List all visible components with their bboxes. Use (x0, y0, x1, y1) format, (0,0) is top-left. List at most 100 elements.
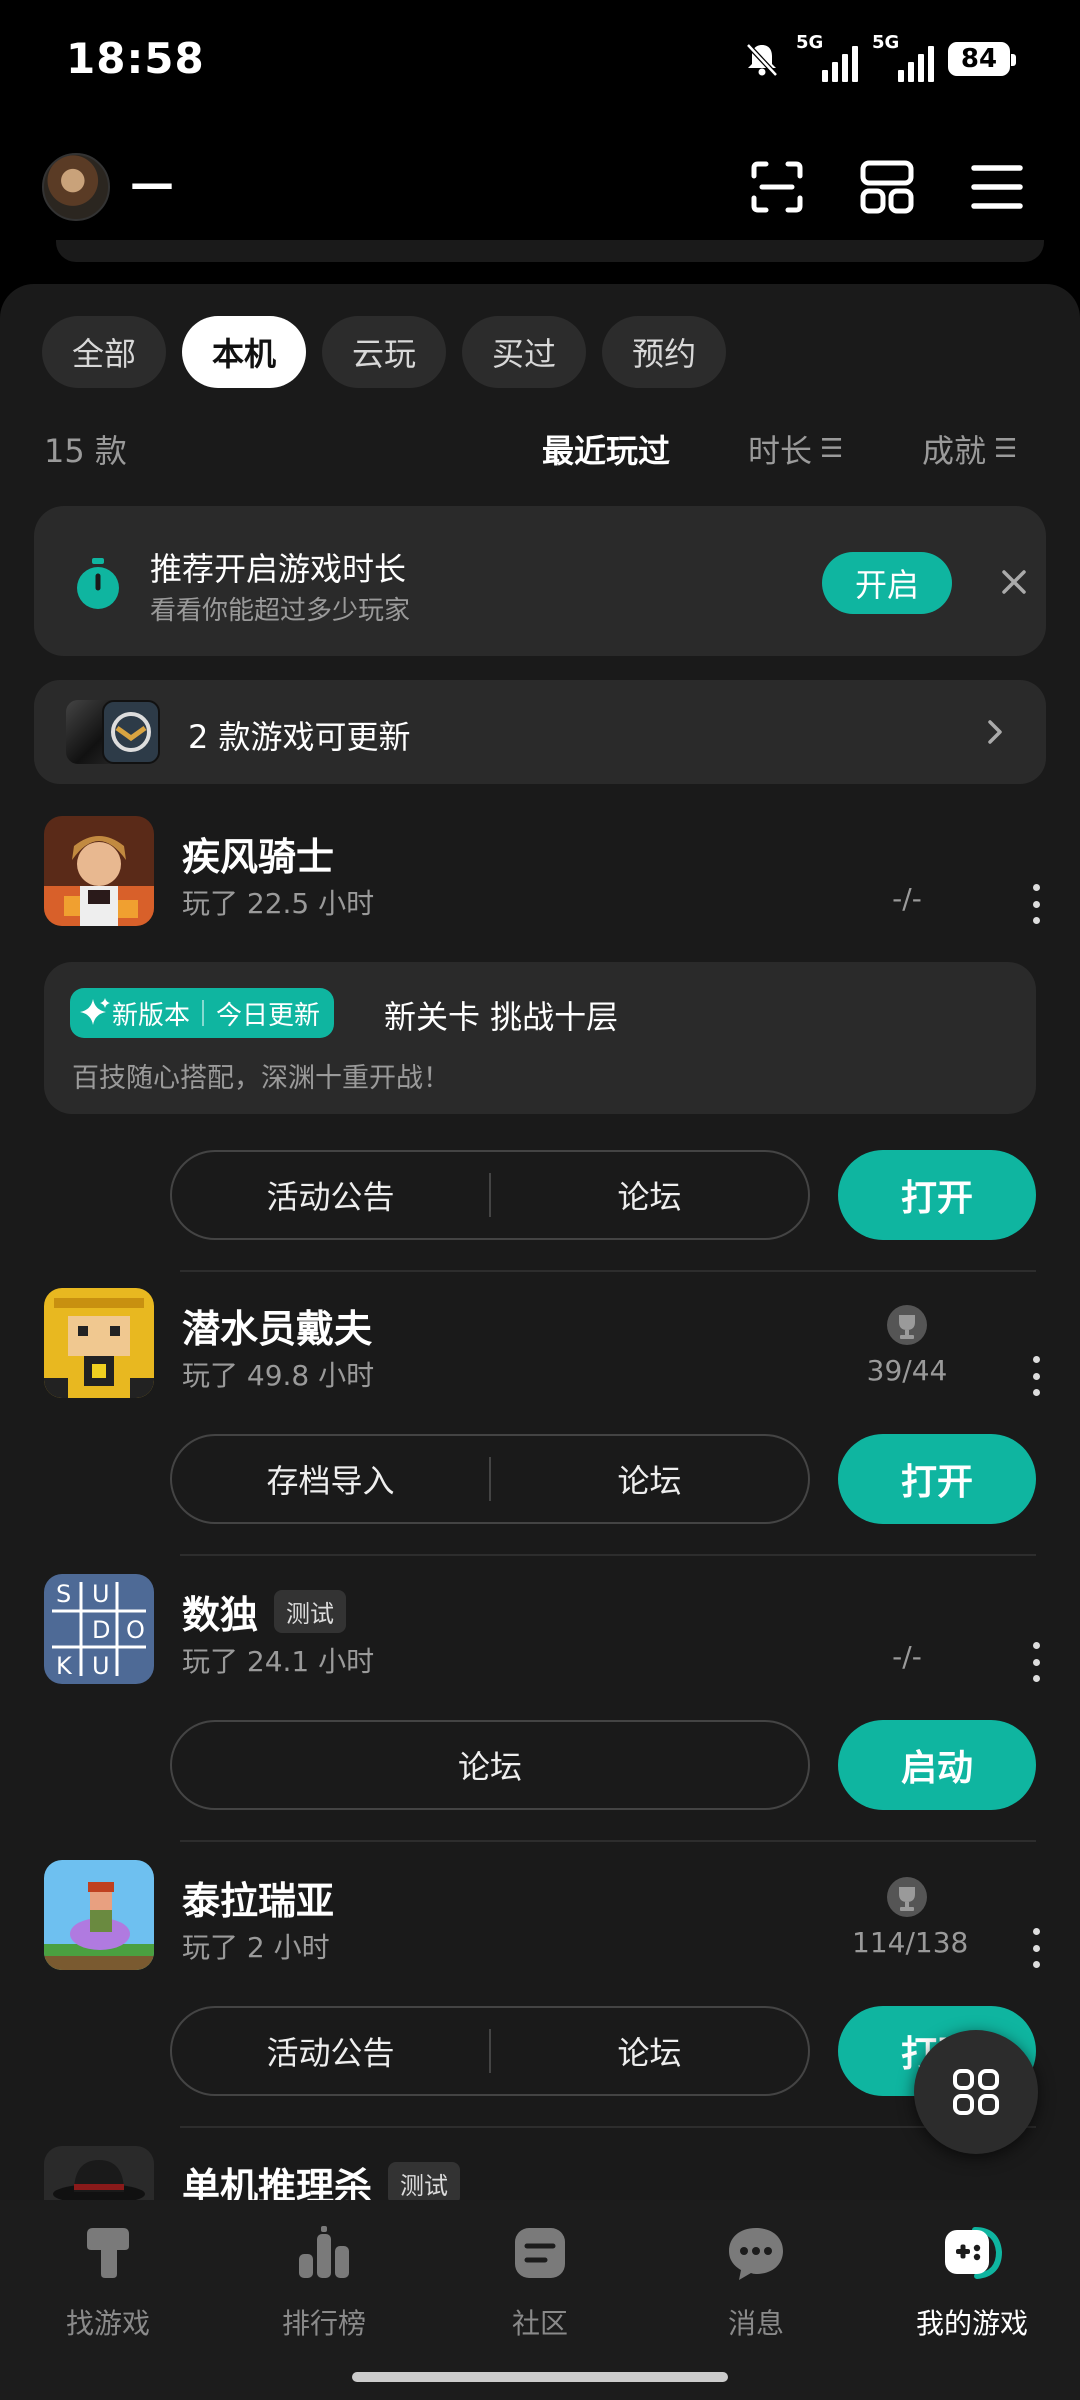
find-game-icon (87, 2228, 129, 2278)
sort-achievement-label: 成就 (922, 432, 987, 470)
forum-button[interactable]: 论坛 (491, 1172, 808, 1218)
sort-duration[interactable]: 时长 ☰ (748, 426, 843, 472)
game-title: 泰拉瑞亚 (182, 1879, 335, 1923)
username[interactable]: — (130, 158, 174, 209)
game-icon[interactable] (44, 1288, 154, 1398)
game-actions: 论坛 启动 (170, 1720, 1036, 1810)
more-options-icon[interactable] (1030, 1642, 1042, 1682)
tip-title: 推荐开启游戏时长 (150, 550, 407, 588)
terraria-character-icon (44, 1860, 154, 1970)
sort-duration-label: 时长 (748, 432, 813, 470)
filter-cloud[interactable]: 云玩 (322, 316, 447, 388)
games-panel: 全部 本机 云玩 买过 预约 15 款 最近玩过 时长 ☰ 成就 ☰ 推荐开启游… (0, 284, 1080, 2200)
updates-banner[interactable]: 2 款游戏可更新 (34, 680, 1046, 784)
game-name[interactable]: 单机推理杀 测试 (182, 2156, 461, 2200)
sort-order-icon: ☰ (820, 434, 844, 464)
emblem-icon (111, 712, 151, 752)
network-type-1: 5G (796, 32, 824, 53)
status-time: 18:58 (66, 34, 205, 83)
tip-subtitle: 看看你能超过多少玩家 (150, 596, 411, 626)
filter-reserved[interactable]: 预约 (602, 316, 727, 388)
game-icon[interactable] (44, 2146, 154, 2200)
announcement-button[interactable]: 活动公告 (172, 1172, 489, 1218)
sort-recent[interactable]: 最近玩过 (542, 426, 670, 472)
status-bar: 18:58 5G 5G 84 (0, 0, 1080, 120)
filter-purchased[interactable]: 买过 (462, 316, 587, 388)
signal-1-icon: 5G (796, 32, 858, 82)
import-save-button[interactable]: 存档导入 (172, 1456, 489, 1502)
nav-label: 社区 (511, 2307, 568, 2340)
game-count: 15 款 (44, 432, 127, 470)
game-actions: 存档导入 论坛 打开 (170, 1434, 1036, 1524)
home-indicator[interactable] (352, 2372, 728, 2382)
filter-local[interactable]: 本机 (182, 316, 307, 388)
achievement-count: -/- (892, 882, 922, 915)
scan-icon[interactable] (748, 158, 806, 216)
signal-2-icon: 5G (872, 32, 934, 82)
more-options-icon[interactable] (1030, 884, 1042, 924)
game-title: 单机推理杀 (182, 2165, 373, 2200)
updates-text: 2 款游戏可更新 (188, 718, 411, 756)
collapsed-card-edge (56, 240, 1044, 262)
game-name[interactable]: 潜水员戴夫 (182, 1298, 372, 1353)
detective-hat-icon (53, 2160, 145, 2200)
game-icon[interactable]: S U D O K U (44, 1574, 154, 1684)
my-games-icon (945, 2227, 1003, 2279)
sort-order-icon: ☰ (994, 434, 1018, 464)
nav-find-games[interactable]: 找游戏 (0, 2220, 216, 2342)
icon-letter: K (56, 1652, 72, 1680)
achievement: 114/138 (852, 1876, 968, 1959)
close-icon[interactable] (994, 562, 1034, 602)
sort-recent-label: 最近玩过 (542, 432, 671, 470)
update-news-card[interactable]: 新版本 今日更新 新关卡 挑战十层 百技随心搭配，深渊十重开战！ (44, 962, 1036, 1114)
play-time: 玩了 49.8 小时 (182, 1359, 375, 1392)
nav-messages[interactable]: 消息 (648, 2220, 864, 2342)
forum-button[interactable]: 论坛 (491, 2028, 808, 2074)
achievement-count: 39/44 (866, 1354, 948, 1387)
secondary-actions: 论坛 (170, 1720, 810, 1810)
badge-new-version: 新版本 (112, 1000, 191, 1031)
achievement-count: -/- (892, 1640, 922, 1673)
play-time: 玩了 2 小时 (182, 1931, 330, 1964)
more-options-icon[interactable] (1030, 1356, 1042, 1396)
screen: 18:58 5G 5G 84 — 全部 本机 云玩 买过 预约 15 款 最近玩… (0, 0, 1080, 2400)
divider (180, 2126, 1036, 2128)
status-icons: 5G 5G 84 (742, 32, 1016, 82)
game-actions: 活动公告 论坛 打开 (170, 1150, 1036, 1240)
open-game-button[interactable]: 打开 (838, 1150, 1036, 1240)
game-icon[interactable] (44, 816, 154, 926)
enable-playtime-button[interactable]: 开启 (822, 552, 952, 614)
forum-button[interactable]: 论坛 (172, 1742, 808, 1788)
game-name[interactable]: 泰拉瑞亚 (182, 1870, 334, 1925)
filter-all[interactable]: 全部 (42, 316, 167, 388)
nav-community[interactable]: 社区 (432, 2220, 648, 2342)
launch-game-button[interactable]: 启动 (838, 1720, 1036, 1810)
news-subtitle: 百技随心搭配，深渊十重开战！ (72, 1063, 450, 1094)
avatar[interactable] (42, 153, 110, 221)
game-name[interactable]: 疾风骑士 (182, 826, 334, 881)
stopwatch-icon (77, 558, 119, 609)
announcement-button[interactable]: 活动公告 (172, 2028, 489, 2074)
knight-character-icon (44, 816, 154, 926)
nav-ranking[interactable]: 排行榜 (216, 2220, 432, 2342)
floating-grid-button[interactable] (914, 2030, 1038, 2154)
update-game-icon (102, 700, 160, 764)
ranking-icon (299, 2226, 349, 2278)
more-options-icon[interactable] (1030, 1928, 1042, 1968)
game-name[interactable]: 数独 测试 (182, 1584, 347, 1639)
message-icon (729, 2228, 783, 2280)
open-game-button[interactable]: 打开 (838, 1434, 1036, 1524)
icon-letter: U (92, 1580, 110, 1608)
forum-button[interactable]: 论坛 (491, 1456, 808, 1502)
nav-my-games[interactable]: 我的游戏 (864, 2220, 1080, 2342)
nav-label: 我的游戏 (915, 2307, 1028, 2340)
filter-tabs: 全部 本机 云玩 买过 预约 (42, 316, 727, 388)
menu-icon[interactable] (968, 158, 1026, 216)
trophy-icon (887, 1305, 927, 1345)
sort-achievement[interactable]: 成就 ☰ (922, 426, 1017, 472)
grid-icon (953, 2069, 999, 2115)
divider (180, 1270, 1036, 1272)
test-badge: 测试 (388, 2162, 461, 2200)
game-icon[interactable] (44, 1860, 154, 1970)
grid-view-icon[interactable] (858, 158, 916, 216)
